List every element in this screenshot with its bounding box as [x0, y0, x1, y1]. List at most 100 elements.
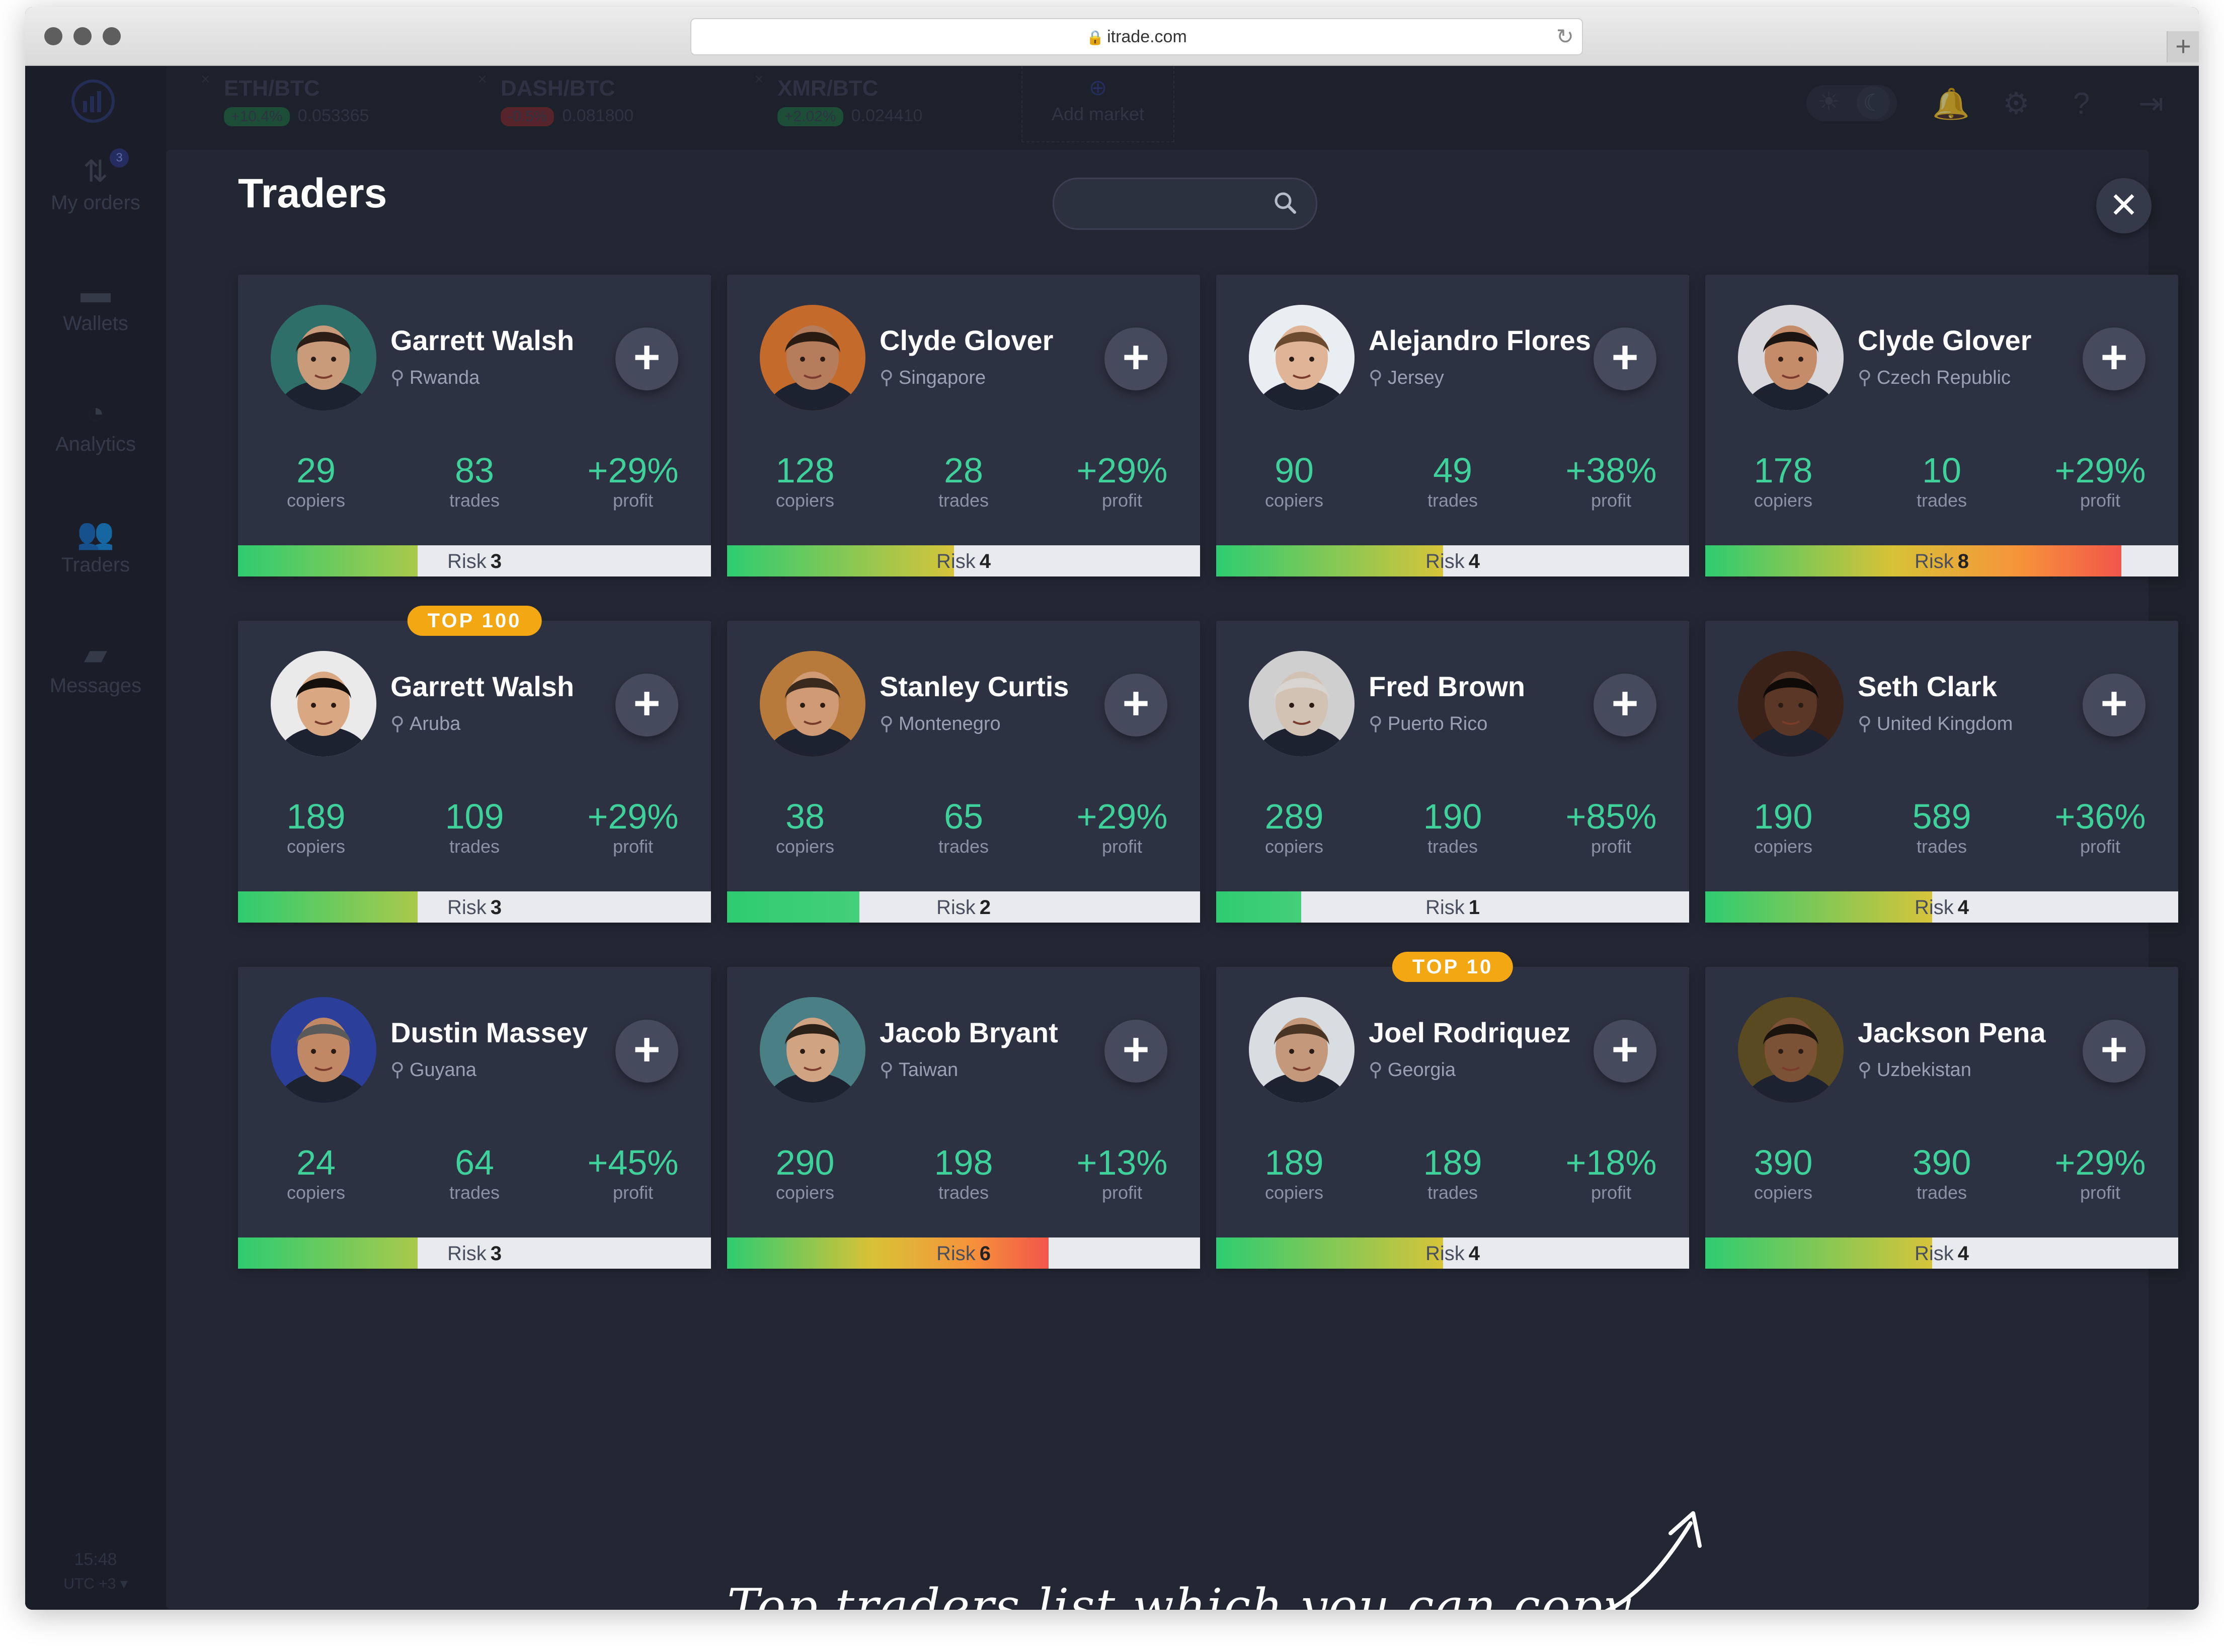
minimize-window-dot[interactable]	[73, 27, 92, 45]
risk-label: Risk	[1914, 1243, 1954, 1265]
address-bar[interactable]: 🔒 itrade.com ↻	[690, 18, 1583, 55]
trades-value: 64	[455, 1143, 494, 1182]
copy-trader-button[interactable]: +	[615, 674, 678, 736]
trader-name[interactable]: Jacob Bryant	[880, 1016, 1058, 1049]
trades-value: 198	[934, 1143, 993, 1182]
profit-value: +13%	[1076, 1143, 1168, 1182]
close-panel-button[interactable]: ✕	[2096, 178, 2152, 233]
trades-label: trades	[1427, 1182, 1478, 1203]
copiers-value: 290	[775, 1143, 835, 1182]
plus-icon: +	[2100, 678, 2128, 729]
trader-card[interactable]: Garrett Walsh ⚲ Rwanda +29 copiers 83 trades +2…	[238, 275, 711, 576]
search-icon[interactable]	[1270, 188, 1301, 218]
trader-card[interactable]: TOP 10 Joel Rodriquez ⚲ Georgia +189 copiers 1…	[1216, 952, 1689, 1269]
profit-stat: +36% profit	[2045, 797, 2156, 857]
plus-icon: +	[1122, 1024, 1150, 1075]
trader-name[interactable]: Stanley Curtis	[880, 670, 1069, 703]
trades-label: trades	[938, 836, 989, 857]
search-box[interactable]	[1053, 178, 1317, 230]
profit-stat: +29% profit	[578, 451, 688, 511]
trades-value: 190	[1423, 797, 1482, 836]
profit-value: +18%	[1565, 1143, 1657, 1182]
trader-name[interactable]: Garrett Walsh	[390, 670, 574, 703]
copy-trader-button[interactable]: +	[1594, 327, 1656, 390]
browser-chrome: 🔒 itrade.com ↻ +	[25, 7, 2199, 66]
risk-value: 4	[979, 550, 991, 572]
copy-trader-button[interactable]: +	[615, 327, 678, 390]
profit-label: profit	[2080, 836, 2121, 857]
copy-trader-button[interactable]: +	[615, 1020, 678, 1083]
copy-trader-button[interactable]: +	[2083, 327, 2146, 390]
risk-value: 3	[490, 896, 502, 919]
browser-window: 🔒 itrade.com ↻ + ⇅ My orders 3 ▬ Wallets ◔ Anal…	[25, 7, 2199, 1610]
trader-name[interactable]: Garrett Walsh	[390, 324, 574, 357]
profit-value: +29%	[1076, 451, 1168, 490]
zoom-window-dot[interactable]	[103, 27, 121, 45]
search-input[interactable]	[1069, 184, 1262, 220]
trader-name[interactable]: Clyde Glover	[880, 324, 1053, 357]
trader-card[interactable]: TOP 100 Garrett Walsh ⚲ Aruba +189 copiers 109…	[238, 606, 711, 923]
risk-bar: Risk 6	[727, 1237, 1200, 1269]
plus-icon: +	[633, 332, 661, 383]
trader-name[interactable]: Joel Rodriquez	[1369, 1016, 1570, 1049]
trades-stat: 10 trades	[1886, 451, 1997, 511]
new-tab-button[interactable]: +	[2167, 31, 2199, 62]
location-text: Guyana	[409, 1059, 476, 1081]
trader-card[interactable]: Alejandro Flores ⚲ Jersey +90 copiers 49 trade…	[1216, 275, 1689, 576]
trades-label: trades	[938, 1182, 989, 1203]
close-window-dot[interactable]	[44, 27, 62, 45]
copy-trader-button[interactable]: +	[1104, 327, 1167, 390]
trader-name[interactable]: Alejandro Flores	[1369, 324, 1591, 357]
trader-name[interactable]: Dustin Massey	[390, 1016, 588, 1049]
trader-card[interactable]: Stanley Curtis ⚲ Montenegro +38 copiers 65 tra…	[727, 621, 1200, 923]
copiers-value: 128	[775, 451, 835, 490]
profit-value: +29%	[587, 797, 679, 836]
copy-trader-button[interactable]: +	[1594, 674, 1656, 736]
top-rank-badge: TOP 100	[407, 606, 542, 636]
copiers-label: copiers	[1754, 836, 1813, 857]
risk-value: 8	[1957, 550, 1969, 572]
copiers-stat: 189 copiers	[1239, 1143, 1349, 1203]
trader-card[interactable]: Seth Clark ⚲ United Kingdom +190 copiers 589 t…	[1705, 621, 2178, 923]
avatar	[1738, 997, 1844, 1103]
plus-icon: +	[1611, 332, 1639, 383]
risk-value: 3	[490, 1243, 502, 1265]
trades-label: trades	[1916, 1182, 1967, 1203]
copiers-value: 90	[1275, 451, 1314, 490]
risk-bar: Risk 2	[727, 891, 1200, 923]
trader-card[interactable]: Jackson Pena ⚲ Uzbekistan +390 copiers 390 tra…	[1705, 967, 2178, 1269]
copiers-label: copiers	[775, 836, 835, 857]
location-text: Czech Republic	[1876, 367, 2011, 388]
risk-value: 4	[1957, 1243, 1969, 1265]
trader-name[interactable]: Jackson Pena	[1858, 1016, 2046, 1049]
copy-trader-button[interactable]: +	[2083, 674, 2146, 736]
location-pin-icon: ⚲	[880, 1059, 894, 1081]
avatar	[1249, 305, 1355, 410]
trader-card[interactable]: Fred Brown ⚲ Puerto Rico +289 copiers 190 trad…	[1216, 621, 1689, 923]
risk-label: Risk	[936, 1243, 976, 1265]
trader-card[interactable]: Clyde Glover ⚲ Czech Republic +178 copiers 10…	[1705, 275, 2178, 576]
trader-card[interactable]: Jacob Bryant ⚲ Taiwan +290 copiers 198 trades +…	[727, 967, 1200, 1269]
risk-value: 6	[979, 1243, 991, 1265]
risk-label: Risk	[936, 896, 976, 919]
reload-icon[interactable]: ↻	[1556, 24, 1574, 49]
risk-bar: Risk 1	[1216, 891, 1689, 923]
trades-label: trades	[449, 1182, 500, 1203]
trader-card[interactable]: Clyde Glover ⚲ Singapore +128 copiers 28 trade…	[727, 275, 1200, 576]
trader-name[interactable]: Fred Brown	[1369, 670, 1525, 703]
location-text: Jersey	[1387, 367, 1444, 388]
trader-name[interactable]: Clyde Glover	[1858, 324, 2031, 357]
trader-name[interactable]: Seth Clark	[1858, 670, 1997, 703]
trades-stat: 189 trades	[1397, 1143, 1508, 1203]
copy-trader-button[interactable]: +	[1104, 1020, 1167, 1083]
app: ⇅ My orders 3 ▬ Wallets ◔ Analytics 👥 Traders ▰ Me…	[25, 66, 2199, 1610]
trades-stat: 28 trades	[908, 451, 1019, 511]
profit-label: profit	[612, 836, 654, 857]
copy-trader-button[interactable]: +	[2083, 1020, 2146, 1083]
trader-card[interactable]: Dustin Massey ⚲ Guyana +24 copiers 64 trades +4…	[238, 967, 711, 1269]
profit-stat: +38% profit	[1556, 451, 1666, 511]
profit-label: profit	[612, 490, 654, 511]
copy-trader-button[interactable]: +	[1104, 674, 1167, 736]
traders-panel: Traders ✕ Garrett Walsh ⚲ Rwanda +29 copiers…	[166, 150, 2178, 1610]
copy-trader-button[interactable]: +	[1594, 1020, 1656, 1083]
